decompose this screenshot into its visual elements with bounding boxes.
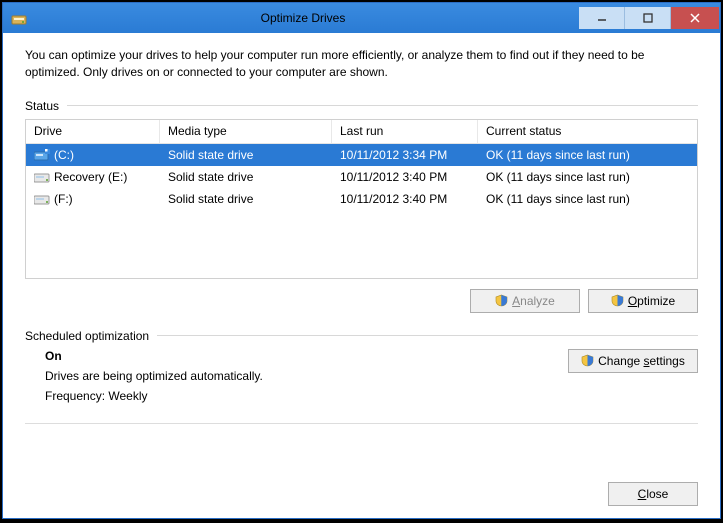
drive-media: Solid state drive (160, 170, 332, 184)
shield-icon (495, 294, 508, 307)
table-row[interactable]: Recovery (E:) Solid state drive10/11/2012… (26, 166, 697, 188)
drive-status: OK (11 days since last run) (478, 170, 697, 184)
action-button-row: Analyze Optimize (25, 289, 698, 313)
drive-status: OK (11 days since last run) (478, 192, 697, 206)
drive-last-run: 10/11/2012 3:40 PM (332, 192, 478, 206)
schedule-section-label: Scheduled optimization (25, 329, 698, 343)
window-controls (579, 7, 719, 29)
optimize-label: Optimize (628, 294, 675, 308)
list-header: Drive Media type Last run Current status (26, 120, 697, 144)
shield-icon (611, 294, 624, 307)
window-title: Optimize Drives (27, 11, 579, 25)
content-area: You can optimize your drives to help you… (3, 33, 720, 518)
schedule-desc: Drives are being optimized automatically… (45, 369, 263, 383)
maximize-button[interactable] (625, 7, 671, 29)
col-last-run[interactable]: Last run (332, 120, 478, 143)
minimize-button[interactable] (579, 7, 625, 29)
change-settings-button[interactable]: Change settings (568, 349, 698, 373)
drive-name: Recovery (E:) (54, 170, 127, 184)
optimize-button[interactable]: Optimize (588, 289, 698, 313)
divider (157, 335, 698, 336)
table-row[interactable]: (F:) Solid state drive10/11/2012 3:40 PMO… (26, 188, 697, 210)
footer: Close (25, 472, 698, 506)
status-label: Status (25, 99, 59, 113)
drive-icon (34, 149, 50, 161)
change-settings-label: Change settings (598, 354, 685, 368)
titlebar: Optimize Drives (3, 3, 720, 33)
drive-media: Solid state drive (160, 192, 332, 206)
drive-last-run: 10/11/2012 3:34 PM (332, 148, 478, 162)
schedule-label: Scheduled optimization (25, 329, 149, 343)
divider (67, 105, 698, 106)
table-row[interactable]: (C:) Solid state drive10/11/2012 3:34 PMO… (26, 144, 697, 166)
analyze-label: Analyze (512, 294, 555, 308)
close-label: Close (638, 487, 669, 501)
footer-divider (25, 423, 698, 424)
col-media[interactable]: Media type (160, 120, 332, 143)
close-button[interactable] (671, 7, 719, 29)
drive-media: Solid state drive (160, 148, 332, 162)
shield-icon (581, 354, 594, 367)
drive-icon (34, 193, 50, 205)
schedule-freq: Frequency: Weekly (45, 389, 263, 403)
drive-icon (34, 171, 50, 183)
drive-list[interactable]: Drive Media type Last run Current status… (25, 119, 698, 279)
col-drive[interactable]: Drive (26, 120, 160, 143)
schedule-block: On Drives are being optimized automatica… (25, 349, 698, 409)
analyze-button[interactable]: Analyze (470, 289, 580, 313)
drive-last-run: 10/11/2012 3:40 PM (332, 170, 478, 184)
optimize-drives-window: Optimize Drives You can optimize your dr… (2, 2, 721, 519)
schedule-state: On (45, 349, 263, 363)
col-current-status[interactable]: Current status (478, 120, 697, 143)
close-dialog-button[interactable]: Close (608, 482, 698, 506)
drive-name: (C:) (54, 148, 74, 162)
drive-name: (F:) (54, 192, 73, 206)
status-section-label: Status (25, 99, 698, 113)
schedule-info: On Drives are being optimized automatica… (25, 349, 263, 409)
app-icon (11, 10, 27, 26)
description-text: You can optimize your drives to help you… (25, 47, 698, 81)
drive-status: OK (11 days since last run) (478, 148, 697, 162)
